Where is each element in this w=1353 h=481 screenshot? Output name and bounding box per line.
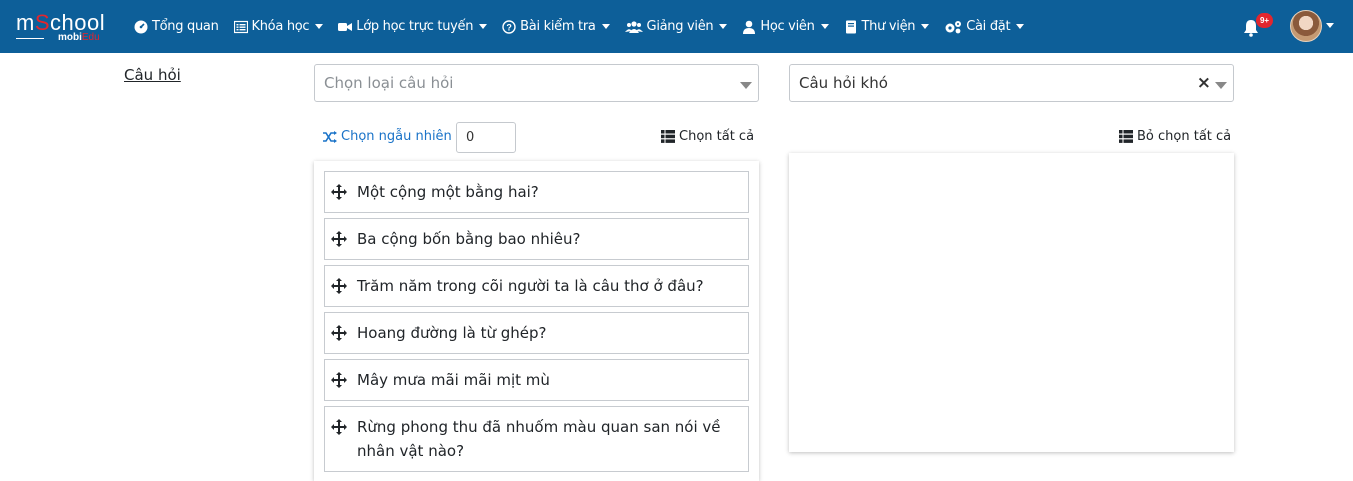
- nav-label: Tổng quan: [152, 19, 219, 34]
- nav-settings[interactable]: Cài đặt: [944, 19, 1025, 34]
- random-link-label: Chọn ngẫu nhiên: [341, 129, 452, 144]
- nav-students[interactable]: Học viên: [742, 19, 829, 34]
- nav-tests[interactable]: ? Bài kiểm tra: [502, 19, 610, 34]
- video-camera-icon: [338, 20, 353, 34]
- chevron-down-icon[interactable]: [1326, 23, 1334, 28]
- nav-label: Giảng viên: [646, 19, 714, 34]
- question-level-select[interactable]: Câu hỏi khó ×: [789, 64, 1234, 102]
- list-icon: [661, 130, 675, 143]
- question-item[interactable]: Ba cộng bốn bằng bao nhiêu?: [324, 218, 749, 260]
- book-icon: [844, 20, 858, 34]
- chevron-down-icon: [740, 82, 752, 89]
- logo-subtext: mobiEdu: [58, 32, 100, 43]
- mschool-logo[interactable]: mSchool mobiEdu: [16, 10, 112, 44]
- users-icon: [624, 20, 643, 34]
- question-text: Trăm năm trong cõi người ta là câu thơ ở…: [357, 277, 704, 295]
- question-item[interactable]: Trăm năm trong cõi người ta là câu thơ ở…: [324, 265, 749, 307]
- question-circle-icon: ?: [502, 19, 516, 34]
- nav-label: Bài kiểm tra: [520, 19, 596, 34]
- nav-teachers[interactable]: Giảng viên: [624, 19, 728, 34]
- random-count-input[interactable]: [456, 122, 516, 153]
- move-icon[interactable]: [331, 372, 347, 388]
- question-text: Một cộng một bằng hai?: [357, 183, 539, 201]
- question-item[interactable]: Mây mưa mãi mãi mịt mù: [324, 359, 749, 401]
- cogs-icon: [944, 20, 962, 34]
- selected-questions-panel[interactable]: [789, 153, 1234, 452]
- select-placeholder: Chọn loại câu hỏi: [324, 74, 454, 92]
- nav-label: Khóa học: [251, 19, 310, 34]
- question-item[interactable]: Hoang đường là từ ghép?: [324, 312, 749, 354]
- nav-label: Cài đặt: [966, 19, 1011, 34]
- nav-dashboard[interactable]: Tổng quan: [134, 19, 219, 34]
- deselect-all-link[interactable]: Bỏ chọn tất cả: [1119, 129, 1231, 144]
- nav-label: Học viên: [760, 19, 815, 34]
- course-list-icon: [233, 20, 248, 34]
- move-icon[interactable]: [331, 325, 347, 341]
- move-icon[interactable]: [331, 419, 347, 435]
- select-all-label: Chọn tất cả: [679, 129, 755, 144]
- top-navbar: mSchool mobiEdu Tổng quan Khóa học Lớp h…: [0, 0, 1353, 53]
- available-questions-panel: Một cộng một bằng hai? Ba cộng bốn bằng …: [314, 161, 759, 481]
- select-value: Câu hỏi khó: [799, 74, 888, 92]
- nav-courses[interactable]: Khóa học: [233, 19, 324, 34]
- question-text: Mây mưa mãi mãi mịt mù: [357, 371, 550, 389]
- question-text: Hoang đường là từ ghép?: [357, 324, 547, 342]
- clear-icon[interactable]: ×: [1197, 75, 1211, 92]
- select-all-link[interactable]: Chọn tất cả: [661, 129, 754, 144]
- random-select-link[interactable]: Chọn ngẫu nhiên: [323, 129, 452, 144]
- user-icon: [742, 20, 756, 34]
- chevron-down-icon: [719, 24, 728, 29]
- question-text: Rừng phong thu đã nhuốm màu quan san nói…: [357, 418, 721, 460]
- avatar[interactable]: [1290, 10, 1322, 42]
- chevron-down-icon: [1215, 82, 1227, 89]
- chevron-down-icon: [479, 24, 488, 29]
- chevron-down-icon: [1016, 24, 1025, 29]
- question-item[interactable]: Một cộng một bằng hai?: [324, 171, 749, 213]
- nav-label: Thư viện: [861, 19, 916, 34]
- dashboard-icon: [134, 20, 148, 34]
- question-text: Ba cộng bốn bằng bao nhiêu?: [357, 230, 581, 248]
- logo-line: [16, 38, 44, 39]
- chevron-down-icon: [601, 24, 610, 29]
- notification-badge: 9+: [1256, 13, 1273, 28]
- nav-label: Lớp học trực tuyến: [356, 19, 474, 34]
- chevron-down-icon: [921, 24, 930, 29]
- question-type-select[interactable]: Chọn loại câu hỏi: [314, 64, 759, 102]
- field-label-question: Câu hỏi: [124, 66, 181, 84]
- move-icon[interactable]: [331, 184, 347, 200]
- nav-online-class[interactable]: Lớp học trực tuyến: [338, 19, 488, 34]
- chevron-down-icon: [820, 24, 829, 29]
- move-icon[interactable]: [331, 231, 347, 247]
- deselect-all-label: Bỏ chọn tất cả: [1137, 129, 1232, 144]
- move-icon[interactable]: [331, 278, 347, 294]
- main-menu: Tổng quan Khóa học Lớp học trực tuyến ? …: [134, 0, 1039, 53]
- shuffle-icon: [323, 130, 337, 144]
- svg-text:?: ?: [507, 22, 512, 32]
- chevron-down-icon: [315, 24, 324, 29]
- nav-library[interactable]: Thư viện: [844, 19, 930, 34]
- list-icon: [1119, 130, 1133, 143]
- question-item[interactable]: Rừng phong thu đã nhuốm màu quan san nói…: [324, 406, 749, 472]
